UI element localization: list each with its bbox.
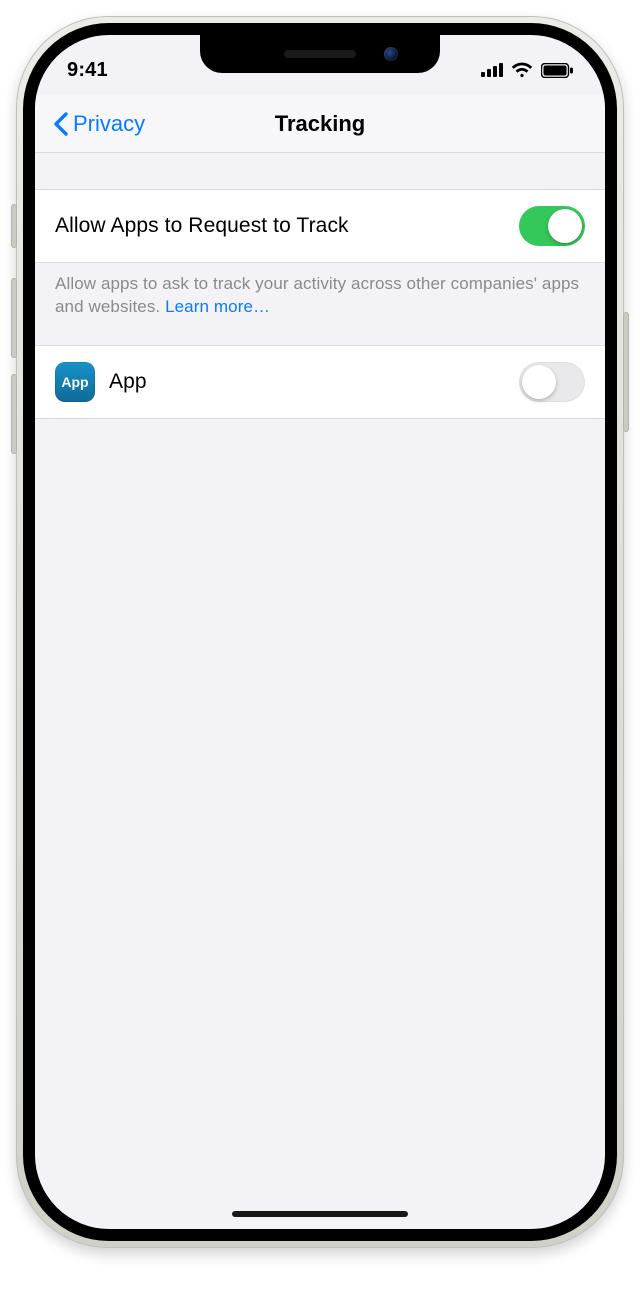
nav-bar: Privacy Tracking [35,95,605,153]
page-title: Tracking [275,111,365,137]
footer-text: Allow apps to ask to track your activity… [55,274,579,316]
allow-tracking-footer: Allow apps to ask to track your activity… [35,263,605,345]
ring-switch [11,204,17,248]
wifi-icon [511,62,533,78]
content: Allow Apps to Request to Track Allow app… [35,153,605,419]
home-indicator[interactable] [232,1211,408,1217]
cellular-icon [481,63,503,77]
app-tracking-toggle[interactable] [519,362,585,402]
toggle-knob [548,209,582,243]
allow-tracking-toggle[interactable] [519,206,585,246]
allow-tracking-label: Allow Apps to Request to Track [55,214,349,238]
app-name: App [109,370,147,394]
status-indicators [481,62,573,78]
notch [200,35,440,73]
learn-more-link[interactable]: Learn more… [165,297,270,316]
speaker-grill [284,50,356,58]
app-icon: App [55,362,95,402]
back-button[interactable]: Privacy [43,95,155,152]
toggle-knob [522,365,556,399]
power-button [623,312,629,432]
status-time: 9:41 [67,59,108,82]
screen: 9:41 [35,35,605,1229]
app-tracking-row: App App [35,345,605,419]
volume-down-button [11,374,17,454]
chevron-left-icon [53,112,69,136]
front-camera [384,47,398,61]
allow-tracking-row: Allow Apps to Request to Track [35,189,605,263]
back-label: Privacy [73,111,145,137]
battery-icon [541,63,573,78]
device-frame: 9:41 [16,16,624,1248]
volume-up-button [11,278,17,358]
